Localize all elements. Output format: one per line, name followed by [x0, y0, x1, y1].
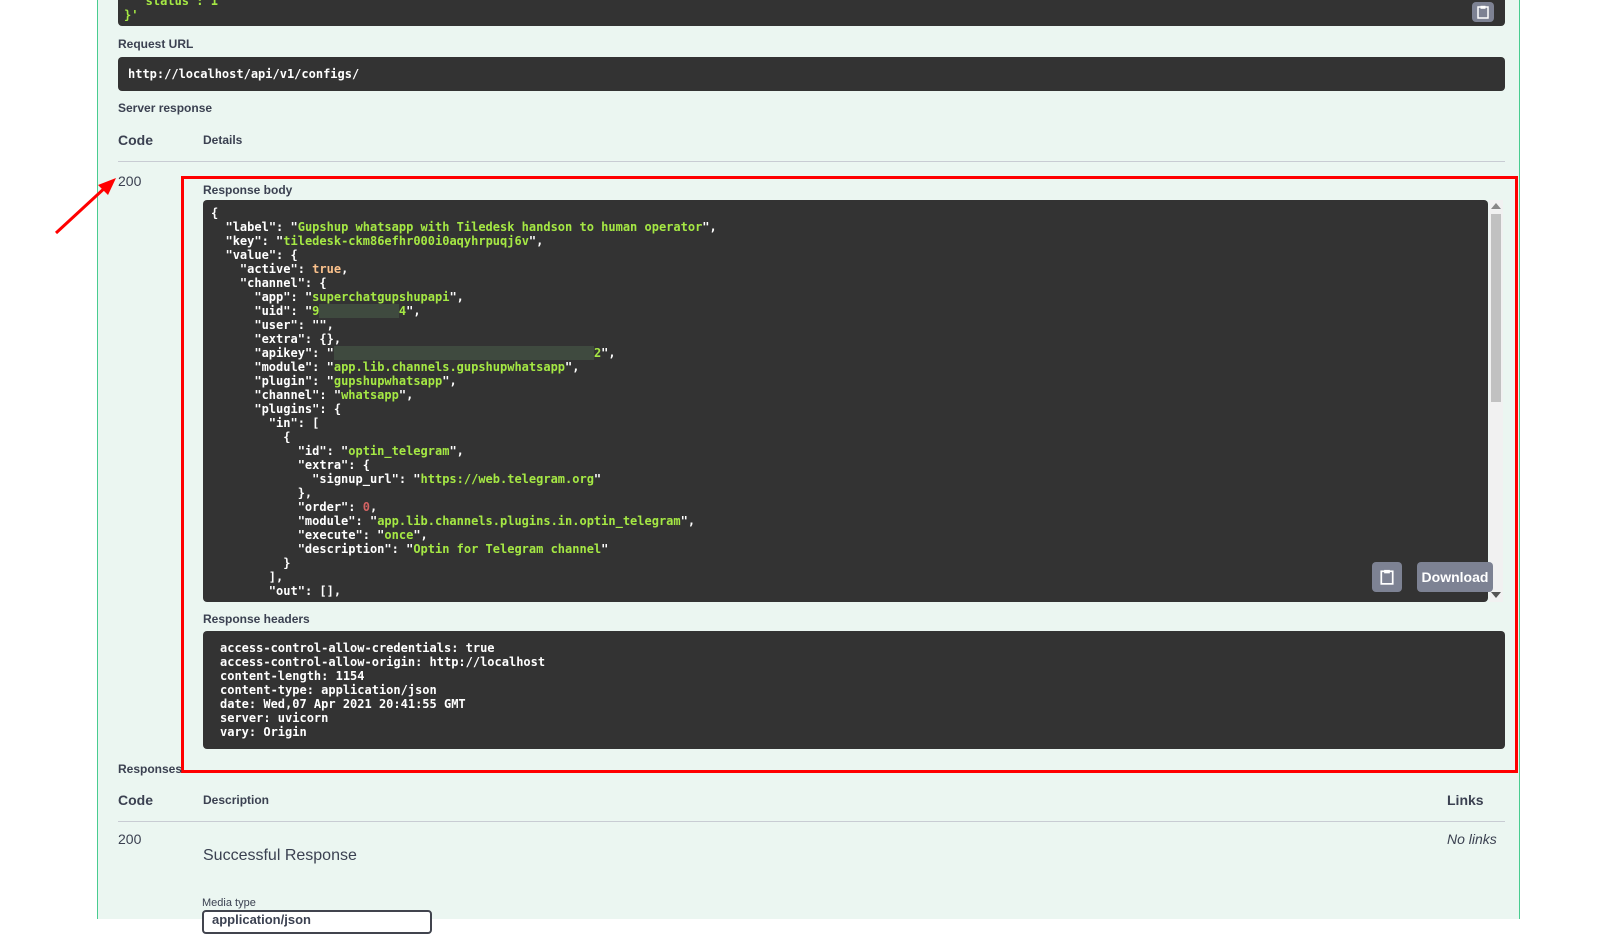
responses-links-header: Links: [1447, 792, 1484, 808]
media-type-value: application/json: [212, 912, 311, 927]
response-status-code: 200: [118, 173, 142, 189]
annotation-arrow: [54, 178, 116, 235]
media-type-label: Media type: [202, 897, 256, 909]
code-column-header: Code: [118, 132, 153, 148]
server-response-label: Server response: [118, 101, 213, 115]
curl-code-text: "status": 1 }': [124, 0, 218, 22]
media-type-select[interactable]: application/json: [202, 910, 432, 934]
request-url-value: http://localhost/api/v1/configs/: [128, 67, 360, 81]
no-links-text: No links: [1447, 831, 1497, 847]
request-url-label: Request URL: [118, 37, 194, 51]
responses-description-header: Description: [203, 793, 270, 807]
responses-divider: [118, 821, 1505, 822]
header-divider: [118, 161, 1505, 162]
details-column-header: Details: [203, 133, 243, 147]
responses-label: Responses: [118, 762, 183, 776]
copy-curl-button[interactable]: [1472, 2, 1494, 22]
annotation-red-frame: [181, 176, 1518, 773]
responses-code-header: Code: [118, 792, 153, 808]
request-url-field[interactable]: http://localhost/api/v1/configs/: [118, 57, 1505, 91]
curl-code-block: "status": 1 }': [118, 0, 1505, 26]
responses-status-code: 200: [118, 831, 142, 847]
clipboard-icon: [1477, 5, 1489, 19]
response-description: Successful Response: [203, 847, 357, 864]
